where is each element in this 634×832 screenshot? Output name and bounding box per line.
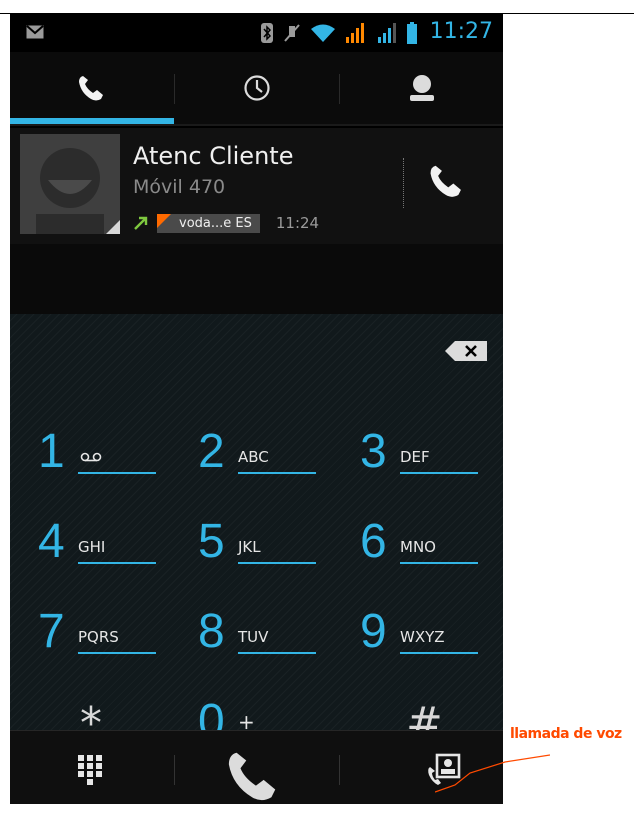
dialpad-key-5[interactable]: 5 JKL (198, 514, 358, 606)
dialpad-key-2[interactable]: 2 ABC (198, 424, 358, 516)
key-letters: WXYZ (400, 628, 445, 646)
status-bar: 11:27 (10, 14, 503, 52)
key-underline (78, 472, 156, 474)
battery-icon (407, 22, 417, 44)
dialpad-key-1[interactable]: 1 (38, 424, 198, 516)
operator-name: voda...e ES (179, 215, 252, 231)
key-digit: 4 (38, 515, 65, 568)
action-divider (339, 755, 340, 785)
avatar (20, 134, 120, 234)
call-meta: voda...e ES 11:24 (133, 212, 319, 234)
contact-placeholder-icon (36, 148, 120, 234)
voicemail-icon (80, 452, 102, 462)
outgoing-call-icon (134, 216, 148, 230)
person-icon (409, 75, 434, 101)
annotation-label: llamada de voz (510, 726, 622, 742)
key-underline (400, 562, 478, 564)
signal-orange-icon (346, 23, 364, 43)
wifi-icon (311, 24, 335, 42)
key-letters: TUV (238, 628, 269, 646)
call-divider (403, 158, 405, 208)
key-letters: JKL (238, 538, 261, 556)
tab-recents[interactable] (175, 52, 339, 124)
dialpad-key-4[interactable]: 4 GHI (38, 514, 198, 606)
key-underline (400, 652, 478, 654)
contact-number-label: Móvil 470 (133, 176, 226, 198)
key-digit: 9 (360, 605, 387, 658)
action-divider (174, 755, 175, 785)
dialpad-key-9[interactable]: 9 WXYZ (360, 604, 503, 696)
key-underline (238, 562, 316, 564)
key-underline (238, 472, 316, 474)
key-digit: 2 (198, 425, 225, 478)
recent-call-entry[interactable]: Atenc Cliente Móvil 470 voda...e ES 11:2… (10, 128, 503, 244)
key-letters: DEF (400, 448, 430, 466)
phone-screen: 11:27 Atenc Cliente Móvil 470 voda...e E… (10, 14, 503, 804)
bluetooth-icon (261, 23, 273, 43)
key-letters: PQRS (78, 628, 119, 646)
key-underline (238, 652, 316, 654)
contact-name: Atenc Cliente (133, 142, 294, 170)
dialpad-area: 1 2 ABC 3 DEF 4 GHI 5 JKL 6 MNO 7 PQRS 8… (10, 244, 503, 749)
phone-icon (79, 76, 103, 101)
key-letters: GHI (78, 538, 106, 556)
dialpad-key-7[interactable]: 7 PQRS (38, 604, 198, 696)
key-digit: 8 (198, 605, 225, 658)
key-letters: ABC (238, 448, 269, 466)
dial-call-icon[interactable] (224, 747, 284, 804)
dialpad-toggle-icon[interactable] (78, 755, 102, 785)
annotation-pointer (435, 754, 550, 793)
dialpad-key-8[interactable]: 8 TUV (198, 604, 358, 696)
key-underline (400, 472, 478, 474)
digits-field[interactable] (10, 244, 503, 314)
call-time: 11:24 (275, 214, 320, 232)
mute-icon (284, 24, 300, 42)
backspace-icon[interactable] (445, 341, 487, 361)
dialpad-key-3[interactable]: 3 DEF (360, 424, 503, 516)
operator-badge: voda...e ES (157, 213, 260, 233)
dialer-tabs (10, 52, 503, 124)
status-icons (261, 20, 417, 46)
key-digit: 7 (38, 605, 65, 658)
call-back-icon[interactable] (428, 162, 466, 200)
status-time: 11:27 (429, 19, 493, 44)
key-digit: 1 (38, 425, 65, 478)
gmail-icon (26, 25, 44, 39)
key-digit: 5 (198, 515, 225, 568)
dialer-action-bar (10, 730, 503, 804)
operator-flag-icon (157, 213, 171, 228)
key-underline (78, 652, 156, 654)
tabs-divider (10, 124, 503, 126)
dialpad-key-6[interactable]: 6 MNO (360, 514, 503, 606)
key-underline (78, 562, 156, 564)
tab-contacts[interactable] (340, 52, 503, 124)
signal-blue-icon (378, 23, 396, 43)
clock-icon (244, 75, 270, 101)
tab-phone[interactable] (10, 52, 174, 124)
key-letters: MNO (400, 538, 436, 556)
key-digit: 3 (360, 425, 387, 478)
key-digit: 6 (360, 515, 387, 568)
